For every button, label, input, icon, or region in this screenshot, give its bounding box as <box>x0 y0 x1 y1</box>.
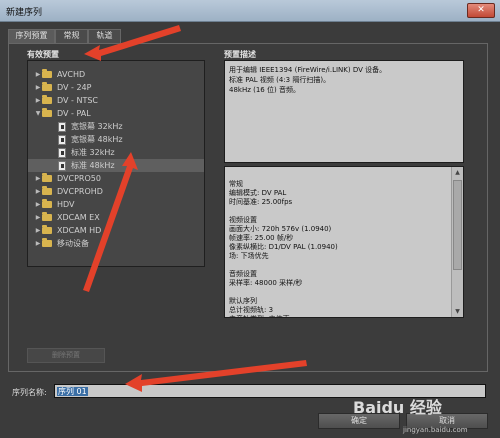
tree-folder[interactable]: ▶ XDCAM EX <box>28 211 204 224</box>
chevron-right-icon[interactable]: ▶ <box>34 214 42 221</box>
tree-item-label: 宽银幕 32kHz <box>71 122 123 131</box>
tab-general[interactable]: 常规 <box>55 29 88 43</box>
watermark: Baidu 经验 <box>353 398 442 417</box>
tree-preset[interactable]: 宽银幕 32kHz <box>28 120 204 133</box>
preset-tree[interactable]: ▶ AVCHD ▶ DV - 24P ▶ DV - NTSC ▼ DV - PAL 宽银幕 32… <box>27 60 205 267</box>
tree-folder[interactable]: ▶ DV - NTSC <box>28 94 204 107</box>
close-icon[interactable]: ✕ <box>467 3 495 18</box>
tree-item-label: DVCPROHD <box>57 187 103 196</box>
tab-sequence-presets[interactable]: 序列预置 <box>8 29 55 43</box>
preset-file-icon <box>58 147 66 158</box>
chevron-right-icon[interactable]: ▶ <box>34 71 42 78</box>
tree-item-label: XDCAM HD <box>57 226 102 235</box>
folder-icon <box>42 238 52 247</box>
watermark-url: jingyan.baidu.com <box>403 426 468 434</box>
folder-icon <box>42 82 52 91</box>
tree-preset[interactable]: 宽银幕 48kHz <box>28 133 204 146</box>
tree-item-label: DV - NTSC <box>57 96 98 105</box>
description-panel-title: 预置描述 <box>224 50 256 59</box>
chevron-right-icon[interactable]: ▶ <box>34 188 42 195</box>
tree-folder[interactable]: ▶ 移动设备 <box>28 237 204 250</box>
title-bar: 新建序列 ✕ <box>0 0 500 22</box>
tree-folder[interactable]: ▶ XDCAM HD <box>28 224 204 237</box>
tree-folder[interactable]: ▶ DVCPROHD <box>28 185 204 198</box>
chevron-right-icon[interactable]: ▶ <box>34 227 42 234</box>
scroll-down-icon[interactable]: ▼ <box>452 306 463 317</box>
tree-item-label: DVCPRO50 <box>57 174 101 183</box>
preset-file-icon <box>58 121 66 132</box>
chevron-right-icon[interactable]: ▶ <box>34 97 42 104</box>
tree-item-label: HDV <box>57 200 75 209</box>
folder-icon <box>42 212 52 221</box>
tree-item-label: AVCHD <box>57 70 86 79</box>
sequence-name-label: 序列名称: <box>12 388 47 397</box>
tree-item-label: 移动设备 <box>57 239 89 248</box>
tree-item-label: DV - PAL <box>57 109 91 118</box>
folder-icon <box>42 199 52 208</box>
chevron-right-icon[interactable]: ▶ <box>34 175 42 182</box>
chevron-right-icon[interactable]: ▶ <box>34 240 42 247</box>
scroll-thumb[interactable] <box>453 180 462 270</box>
tree-preset[interactable]: 标准 32kHz <box>28 146 204 159</box>
folder-icon <box>42 108 52 117</box>
preset-details: 常规 编辑模式: DV PAL 时间基准: 25.00fps 视频设置 画面大小… <box>224 166 464 318</box>
window-title: 新建序列 <box>6 8 43 18</box>
tree-folder[interactable]: ▶ AVCHD <box>28 68 204 81</box>
sequence-name-value: 序列 01 <box>57 387 88 396</box>
folder-icon <box>42 225 52 234</box>
presets-panel-title: 有效预置 <box>27 50 59 59</box>
folder-icon <box>42 95 52 104</box>
tree-folder[interactable]: ▶ DVCPRO50 <box>28 172 204 185</box>
preset-description: 用于编辑 IEEE1394 (FireWire/i.LINK) DV 设备。 标… <box>224 60 464 163</box>
tab-tracks[interactable]: 轨道 <box>88 29 121 43</box>
preset-file-icon <box>58 160 66 171</box>
details-scrollbar[interactable]: ▲ ▼ <box>451 167 463 317</box>
chevron-down-icon[interactable]: ▼ <box>34 110 42 117</box>
delete-preset-button[interactable]: 删除预置 <box>27 348 105 363</box>
chevron-right-icon[interactable]: ▶ <box>34 84 42 91</box>
preset-file-icon <box>58 134 66 145</box>
tree-preset[interactable]: 标准 48kHz <box>28 159 204 172</box>
tree-folder[interactable]: ▼ DV - PAL <box>28 107 204 120</box>
tree-folder[interactable]: ▶ HDV <box>28 198 204 211</box>
folder-icon <box>42 173 52 182</box>
folder-icon <box>42 186 52 195</box>
tree-item-label: XDCAM EX <box>57 213 100 222</box>
chevron-right-icon[interactable]: ▶ <box>34 201 42 208</box>
tree-item-label: DV - 24P <box>57 83 92 92</box>
preset-details-text: 常规 编辑模式: DV PAL 时间基准: 25.00fps 视频设置 画面大小… <box>229 180 338 317</box>
tree-item-label: 宽银幕 48kHz <box>71 135 123 144</box>
tree-item-label: 标准 32kHz <box>71 148 115 157</box>
tree-item-label: 标准 48kHz <box>71 161 115 170</box>
scroll-up-icon[interactable]: ▲ <box>452 167 463 178</box>
tree-folder[interactable]: ▶ DV - 24P <box>28 81 204 94</box>
folder-icon <box>42 69 52 78</box>
